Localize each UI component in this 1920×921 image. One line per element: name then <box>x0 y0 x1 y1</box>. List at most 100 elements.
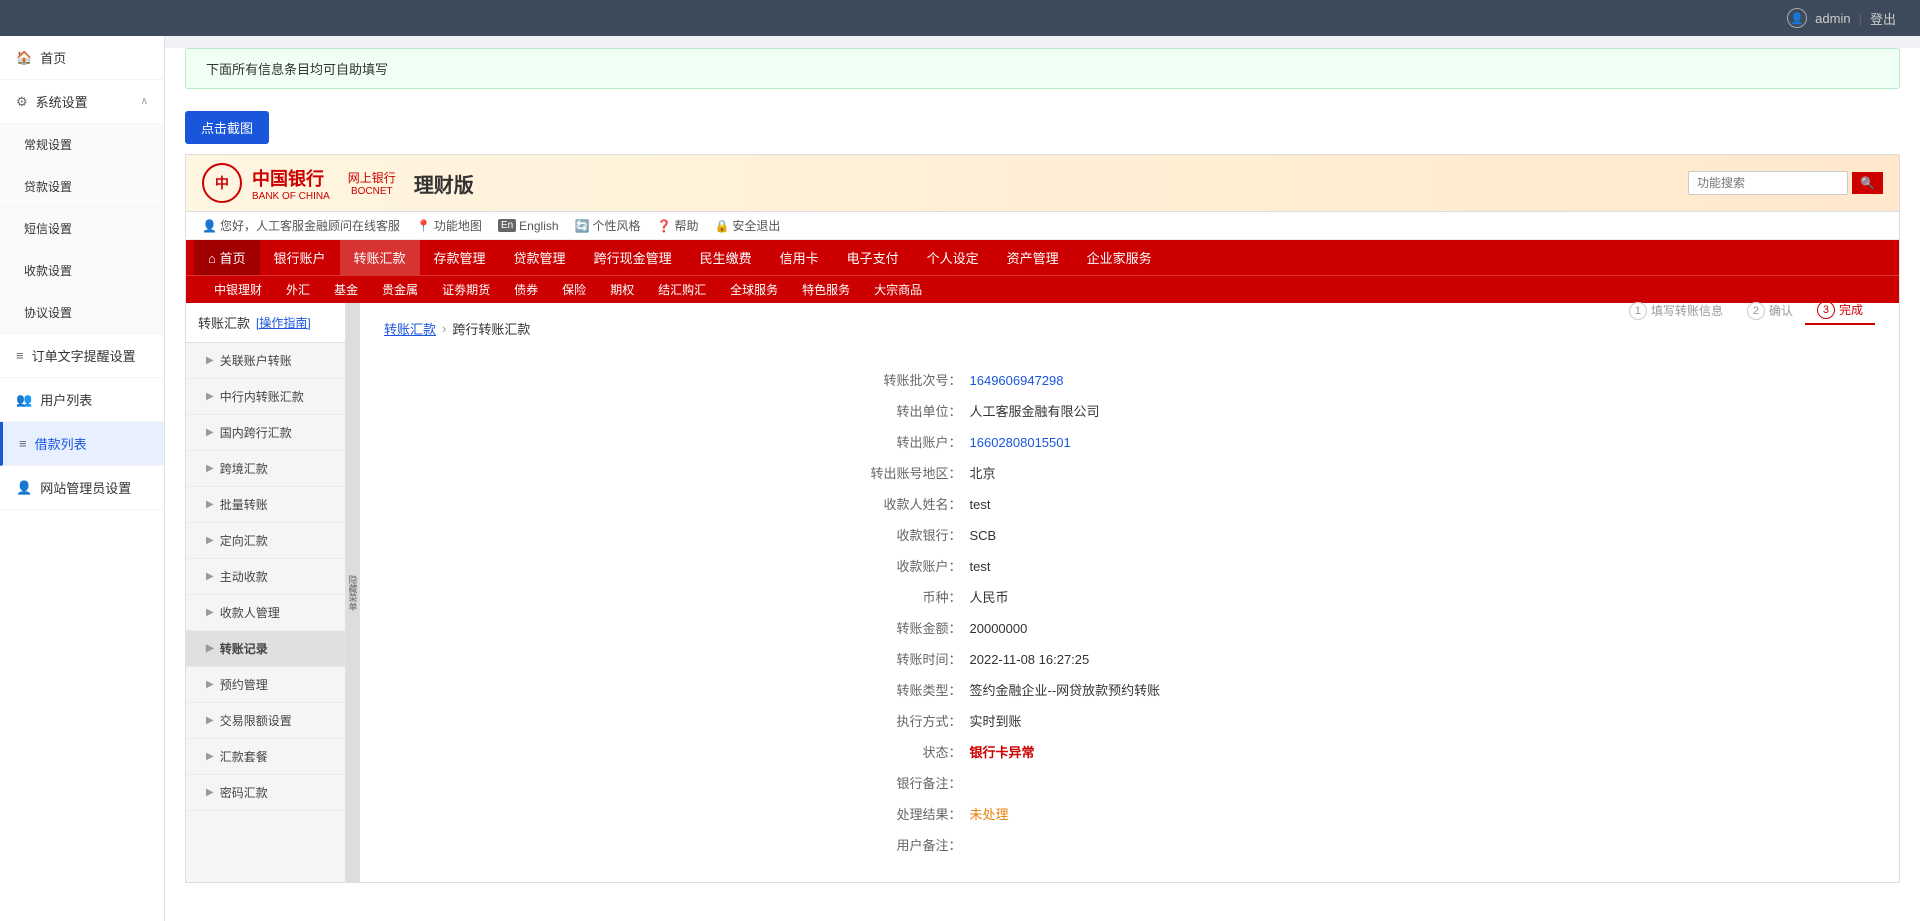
type-label: 转账类型： <box>830 680 970 699</box>
sidebar-item-loan-list[interactable]: ≡ 借款列表 <box>0 422 164 466</box>
help-icon: ❓ <box>657 219 672 233</box>
nav-deposit[interactable]: 存款管理 <box>420 240 500 275</box>
nav-assets[interactable]: 资产管理 <box>993 240 1073 275</box>
bank-logo-circle: 中 <box>202 163 242 203</box>
detail-payee-bank: 收款银行： SCB <box>830 525 1430 544</box>
transfer-menu-cross-border[interactable]: ▶ 跨境汇款 <box>186 451 345 487</box>
bank-search-button[interactable]: 🔍 <box>1852 172 1883 194</box>
transfer-menu-linked-accounts[interactable]: ▶ 关联账户转账 <box>186 343 345 379</box>
logout-link[interactable]: 登出 <box>1870 9 1896 28</box>
english-toggle[interactable]: En English <box>498 219 559 233</box>
step-2-num: 2 <box>1747 302 1765 320</box>
status-label: 状态： <box>830 742 970 761</box>
bank-logo-text: 中 <box>215 173 229 193</box>
unit-value: 人工客服金融有限公司 <box>970 401 1100 420</box>
transfer-menu-password[interactable]: ▶ 密码汇款 <box>186 775 345 811</box>
nav-enterprise[interactable]: 企业家服务 <box>1073 240 1166 275</box>
nav-forex[interactable]: 外汇 <box>274 276 322 303</box>
breadcrumb-transfer-link[interactable]: 转账汇款 <box>384 319 436 338</box>
transfer-menu-directed[interactable]: ▶ 定向汇款 <box>186 523 345 559</box>
nav-bonds[interactable]: 债券 <box>502 276 550 303</box>
detail-payee-name: 收款人姓名： test <box>830 494 1430 513</box>
function-map[interactable]: 📍 功能地图 <box>416 217 482 234</box>
style-icon: 🔄 <box>575 219 590 233</box>
top-bar: 👤 admin | 登出 <box>0 0 1920 36</box>
payee-bank-value: SCB <box>970 528 997 543</box>
safe-exit[interactable]: 🔒 安全退出 <box>714 217 780 234</box>
nav-civil[interactable]: 民生缴费 <box>686 240 766 275</box>
currency-label: 币种： <box>830 587 970 606</box>
nav-bulk[interactable]: 大宗商品 <box>862 276 934 303</box>
nav-loan[interactable]: 贷款管理 <box>500 240 580 275</box>
sidebar-item-loan-settings[interactable]: 贷款设置 <box>0 166 164 208</box>
nav-home-btn[interactable]: ⌂ 首页 <box>194 240 260 275</box>
transfer-menu-records[interactable]: ▶ 转账记录 <box>186 631 345 667</box>
personal-style[interactable]: 🔄 个性风格 <box>575 217 641 234</box>
separator: | <box>1859 11 1862 26</box>
nav-personal[interactable]: 个人设定 <box>913 240 993 275</box>
nav-epay[interactable]: 电子支付 <box>833 240 913 275</box>
sidebar-item-protocol-settings[interactable]: 协议设置 <box>0 292 164 334</box>
arrow-icon: ▶ <box>206 355 214 366</box>
transfer-menu-domestic-cross[interactable]: ▶ 国内跨行汇款 <box>186 415 345 451</box>
step-2: 2 确认 <box>1735 298 1805 324</box>
transfer-menu-limit-settings[interactable]: ▶ 交易限额设置 <box>186 703 345 739</box>
batch-no-label: 转账批次号： <box>830 370 970 389</box>
sidebar-item-user-list[interactable]: 👥 用户列表 <box>0 378 164 422</box>
transfer-menu-active-receive[interactable]: ▶ 主动收款 <box>186 559 345 595</box>
sidebar-item-home[interactable]: 🏠 首页 <box>0 36 164 80</box>
arrow-icon: ▶ <box>206 715 214 726</box>
sidebar-protocol-label: 协议设置 <box>24 304 72 321</box>
nav-special[interactable]: 特色服务 <box>790 276 862 303</box>
transfer-menu-package[interactable]: ▶ 汇款套餐 <box>186 739 345 775</box>
transfer-menu-reservation[interactable]: ▶ 预约管理 <box>186 667 345 703</box>
transfer-menu-internal[interactable]: ▶ 中行内转账汇款 <box>186 379 345 415</box>
sidebar-item-normal-settings[interactable]: 常规设置 <box>0 124 164 166</box>
transfer-guide-link[interactable]: [操作指南] <box>256 314 311 331</box>
users-icon: 👥 <box>16 392 32 408</box>
arrow-icon: ▶ <box>206 787 214 798</box>
bank-name-block: 中国银行 BANK OF CHINA <box>252 165 330 202</box>
nav-fund[interactable]: 基金 <box>322 276 370 303</box>
sidebar-item-order-text[interactable]: ≡ 订单文字提醒设置 <box>0 334 164 378</box>
nav-securities[interactable]: 证劵期货 <box>430 276 502 303</box>
nav-bocnet-wealth[interactable]: 中银理财 <box>202 276 274 303</box>
time-label: 转账时间： <box>830 649 970 668</box>
breadcrumb: 转账汇款 › 跨行转账汇款 <box>384 319 530 338</box>
collapse-handle[interactable]: 隐藏菜单 <box>346 303 360 882</box>
help-link[interactable]: ❓ 帮助 <box>657 217 699 234</box>
sidebar-item-system-settings[interactable]: ⚙ 系统设置 ∧ <box>0 80 164 124</box>
nav-exchange[interactable]: 结汇购汇 <box>646 276 718 303</box>
content-area: 下面所有信息条目均可自助填写 点击截图 中 中国银行 BANK OF CHINA <box>165 36 1920 921</box>
nav-insurance[interactable]: 保险 <box>550 276 598 303</box>
breadcrumb-separator: › <box>442 321 446 336</box>
step-3-label: 完成 <box>1839 301 1863 318</box>
breadcrumb-current: 跨行转账汇款 <box>452 319 530 338</box>
bank-search-input[interactable] <box>1688 171 1848 195</box>
nav-precious-metals[interactable]: 贵金属 <box>370 276 430 303</box>
screenshot-button[interactable]: 点击截图 <box>185 111 269 144</box>
sidebar-item-sms-settings[interactable]: 短信设置 <box>0 208 164 250</box>
step-1-label: 填写转账信息 <box>1651 302 1723 319</box>
sidebar-item-site-admin[interactable]: 👤 网站管理员设置 <box>0 466 164 510</box>
sidebar-sms-label: 短信设置 <box>24 220 72 237</box>
nav-transfer[interactable]: 转账汇款 <box>340 240 420 275</box>
nav-global[interactable]: 全球服务 <box>718 276 790 303</box>
nav-cross-cash[interactable]: 跨行现金管理 <box>580 240 686 275</box>
type-value: 签约金融企业--网贷放款预约转账 <box>970 680 1161 699</box>
sidebar-item-receive-settings[interactable]: 收款设置 <box>0 250 164 292</box>
transfer-menu-batch[interactable]: ▶ 批量转账 <box>186 487 345 523</box>
exec-label: 执行方式： <box>830 711 970 730</box>
out-account-value[interactable]: 16602808015501 <box>970 435 1071 450</box>
nav-options[interactable]: 期权 <box>598 276 646 303</box>
nav-bank-account[interactable]: 银行账户 <box>260 240 340 275</box>
batch-no-value[interactable]: 1649606947298 <box>970 373 1064 388</box>
arrow-icon: ▶ <box>206 679 214 690</box>
bank-logo: 中 中国银行 BANK OF CHINA 网上银行 BOCNET 理财版 <box>202 163 474 203</box>
transfer-menu-payee-mgmt[interactable]: ▶ 收款人管理 <box>186 595 345 631</box>
payee-account-label: 收款账户： <box>830 556 970 575</box>
bank-name-cn: 中国银行 <box>252 169 324 189</box>
user-info-bar: 👤 您好，人工客服金融顾问在线客服 📍 功能地图 En English 🔄 个性… <box>186 212 1899 240</box>
step-1-num: 1 <box>1629 302 1647 320</box>
nav-credit[interactable]: 信用卡 <box>766 240 833 275</box>
